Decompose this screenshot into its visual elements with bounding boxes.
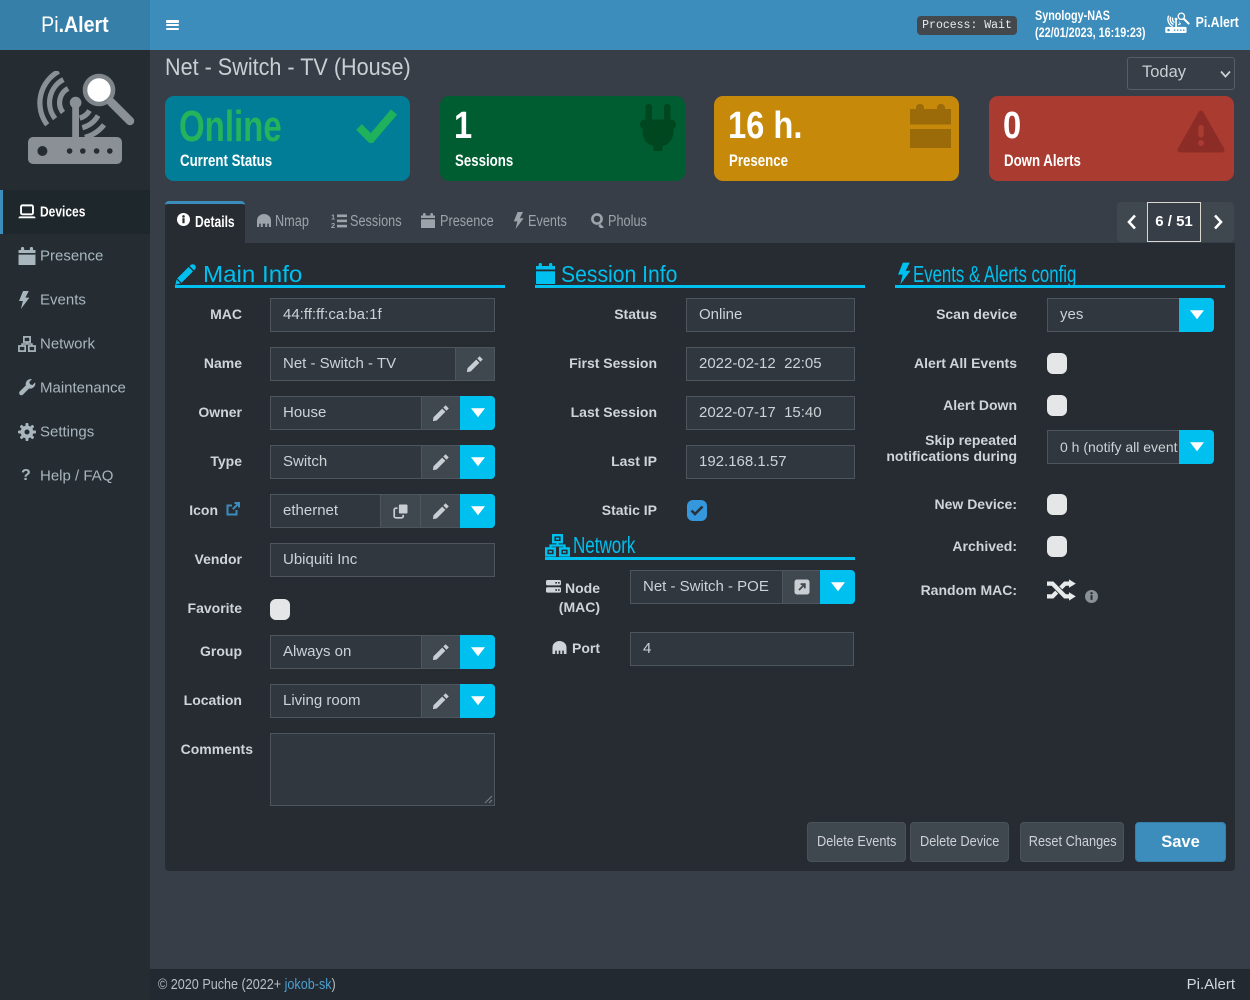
svg-text:2: 2 <box>331 221 335 228</box>
